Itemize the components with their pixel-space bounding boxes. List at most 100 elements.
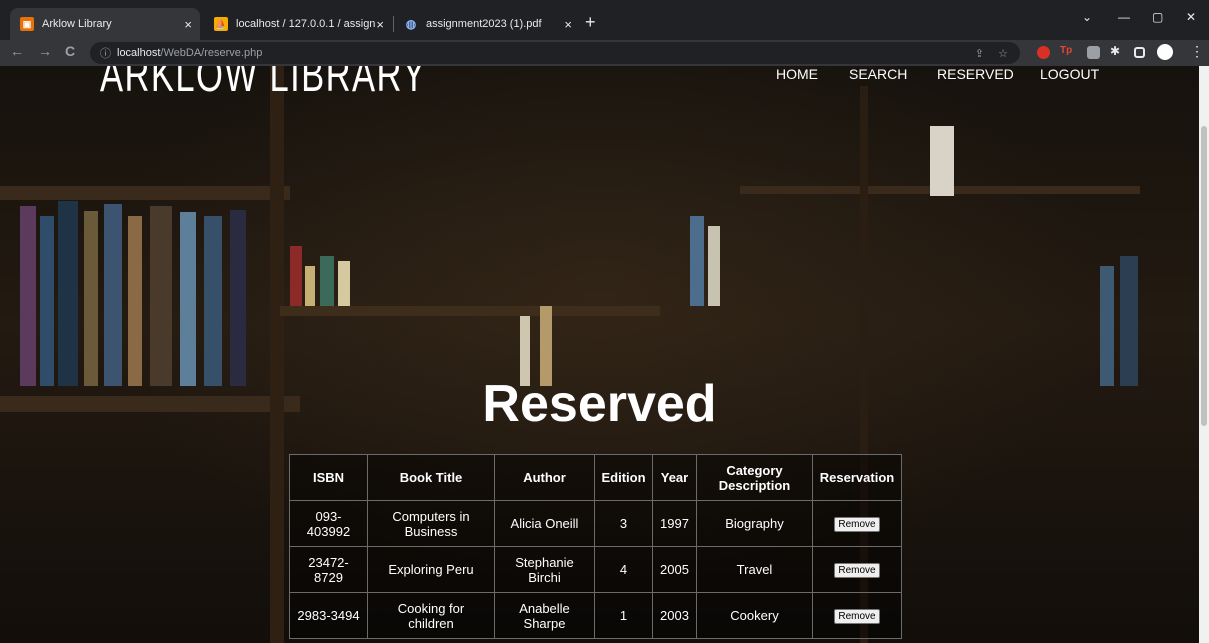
shelf-decoration bbox=[0, 186, 290, 200]
book-decoration bbox=[84, 211, 98, 386]
book-decoration bbox=[230, 210, 246, 386]
cell-year: 2003 bbox=[652, 592, 697, 639]
tab-search-icon[interactable]: ⌄ bbox=[1082, 10, 1092, 24]
new-tab-button[interactable]: + bbox=[585, 12, 596, 33]
phpmyadmin-favicon-icon: ⛵ bbox=[214, 17, 228, 31]
minimize-icon[interactable]: — bbox=[1118, 10, 1130, 24]
url-host: localhost bbox=[117, 47, 161, 59]
tab-arklow-library[interactable]: ▣ Arklow Library × bbox=[10, 8, 200, 40]
cell-edition: 4 bbox=[594, 546, 653, 593]
book-decoration bbox=[128, 216, 142, 386]
column-header-reservation: Reservation bbox=[812, 454, 902, 501]
book-decoration bbox=[290, 246, 302, 306]
tab-phpmyadmin[interactable]: ⛵ localhost / 127.0.0.1 / assignme × bbox=[204, 8, 392, 40]
book-decoration bbox=[180, 212, 196, 386]
restore-icon[interactable]: ▢ bbox=[1152, 10, 1163, 24]
profile-avatar[interactable] bbox=[1157, 44, 1173, 60]
column-header-author: Author bbox=[494, 454, 595, 501]
globe-icon: ◍ bbox=[405, 17, 417, 31]
shelf-decoration bbox=[280, 306, 660, 316]
table-header-row: ISBN Book Title Author Edition Year Cate… bbox=[289, 454, 902, 501]
browser-menu-icon[interactable]: ⋮ bbox=[1190, 43, 1204, 60]
shelf-decoration bbox=[270, 66, 284, 643]
extension-icon[interactable] bbox=[1087, 46, 1100, 59]
book-decoration bbox=[338, 261, 350, 306]
site-logo[interactable]: ARKLOW LIBRARY bbox=[100, 66, 427, 103]
book-decoration bbox=[58, 201, 78, 386]
table-row: 093-403992 Computers in Business Alicia … bbox=[289, 500, 902, 547]
remove-button[interactable]: Remove bbox=[834, 517, 880, 532]
cell-isbn: 23472-8729 bbox=[289, 546, 368, 593]
column-header-edition: Edition bbox=[594, 454, 653, 501]
cell-edition: 3 bbox=[594, 500, 653, 547]
cell-author: Anabelle Sharpe bbox=[494, 592, 595, 639]
close-tab-icon[interactable]: × bbox=[564, 17, 572, 32]
nav-reserved[interactable]: RESERVED bbox=[937, 66, 1014, 82]
share-icon[interactable]: ⇪ bbox=[975, 47, 984, 60]
cell-isbn: 093-403992 bbox=[289, 500, 368, 547]
cell-category: Biography bbox=[696, 500, 813, 547]
tab-pdf[interactable]: ◍ assignment2023 (1).pdf × bbox=[394, 8, 580, 40]
url-path: /WebDA/reserve.php bbox=[160, 47, 263, 59]
tab-title: Arklow Library bbox=[42, 18, 112, 30]
forward-icon[interactable]: → bbox=[38, 43, 52, 59]
book-decoration bbox=[20, 206, 36, 386]
tab-title: assignment2023 (1).pdf bbox=[426, 18, 542, 30]
book-decoration bbox=[40, 216, 54, 386]
cell-year: 2005 bbox=[652, 546, 697, 593]
nav-search[interactable]: SEARCH bbox=[849, 66, 907, 82]
cell-category: Cookery bbox=[696, 592, 813, 639]
scrollbar-thumb[interactable] bbox=[1201, 126, 1207, 426]
cell-title: Computers in Business bbox=[367, 500, 495, 547]
tab-title: localhost / 127.0.0.1 / assignme bbox=[236, 18, 376, 30]
site-info-icon[interactable]: ⓘ bbox=[100, 45, 111, 61]
remove-button[interactable]: Remove bbox=[834, 563, 880, 578]
extension-icon[interactable] bbox=[1037, 46, 1050, 59]
nav-logout[interactable]: LOGOUT bbox=[1040, 66, 1099, 82]
cell-author: Stephanie Birchi bbox=[494, 546, 595, 593]
page-scrollbar[interactable] bbox=[1199, 66, 1209, 643]
table-row: 23472-8729 Exploring Peru Stephanie Birc… bbox=[289, 546, 902, 593]
column-header-category: Category Description bbox=[696, 454, 813, 501]
book-decoration bbox=[1100, 266, 1114, 386]
close-tab-icon[interactable]: × bbox=[184, 17, 192, 32]
close-tab-icon[interactable]: × bbox=[376, 17, 384, 32]
cell-edition: 1 bbox=[594, 592, 653, 639]
cell-title: Exploring Peru bbox=[367, 546, 495, 593]
cell-isbn: 2983-3494 bbox=[289, 592, 368, 639]
cell-year: 1997 bbox=[652, 500, 697, 547]
book-decoration bbox=[708, 226, 720, 306]
side-panel-icon[interactable] bbox=[1134, 47, 1145, 58]
book-decoration bbox=[104, 204, 122, 386]
cell-reservation: Remove bbox=[812, 546, 902, 593]
reload-icon[interactable]: C bbox=[65, 43, 75, 59]
book-decoration bbox=[690, 216, 704, 306]
table-row: 2983-3494 Cooking for children Anabelle … bbox=[289, 592, 902, 639]
cell-reservation: Remove bbox=[812, 500, 902, 547]
cell-category: Travel bbox=[696, 546, 813, 593]
cell-author: Alicia Oneill bbox=[494, 500, 595, 547]
address-bar[interactable]: ⓘ localhost/WebDA/reserve.php ⇪ ☆ bbox=[90, 42, 1020, 64]
book-decoration bbox=[1120, 256, 1138, 386]
remove-button[interactable]: Remove bbox=[834, 609, 880, 624]
extension-tp-icon[interactable]: Tp bbox=[1060, 45, 1073, 58]
puzzle-extensions-icon[interactable]: ✱ bbox=[1110, 44, 1123, 58]
book-decoration bbox=[204, 216, 222, 386]
lamp-decoration bbox=[930, 126, 954, 196]
book-decoration bbox=[305, 266, 315, 306]
book-decoration bbox=[150, 206, 172, 386]
browser-tab-bar: ▣ Arklow Library × ⛵ localhost / 127.0.0… bbox=[0, 0, 1209, 40]
back-icon[interactable]: ← bbox=[10, 43, 24, 59]
column-header-isbn: ISBN bbox=[289, 454, 368, 501]
reservations-table: ISBN Book Title Author Edition Year Cate… bbox=[289, 454, 902, 639]
cell-reservation: Remove bbox=[812, 592, 902, 639]
close-window-icon[interactable]: ✕ bbox=[1186, 10, 1196, 24]
nav-home[interactable]: HOME bbox=[776, 66, 818, 82]
page-background: ARKLOW LIBRARY HOME SEARCH RESERVED LOGO… bbox=[0, 66, 1199, 643]
bookmark-star-icon[interactable]: ☆ bbox=[998, 47, 1008, 60]
book-decoration bbox=[320, 256, 334, 306]
column-header-year: Year bbox=[652, 454, 697, 501]
library-favicon-icon: ▣ bbox=[20, 17, 34, 31]
cell-title: Cooking for children bbox=[367, 592, 495, 639]
browser-toolbar: ← → C ⓘ localhost/WebDA/reserve.php ⇪ ☆ … bbox=[0, 40, 1209, 66]
